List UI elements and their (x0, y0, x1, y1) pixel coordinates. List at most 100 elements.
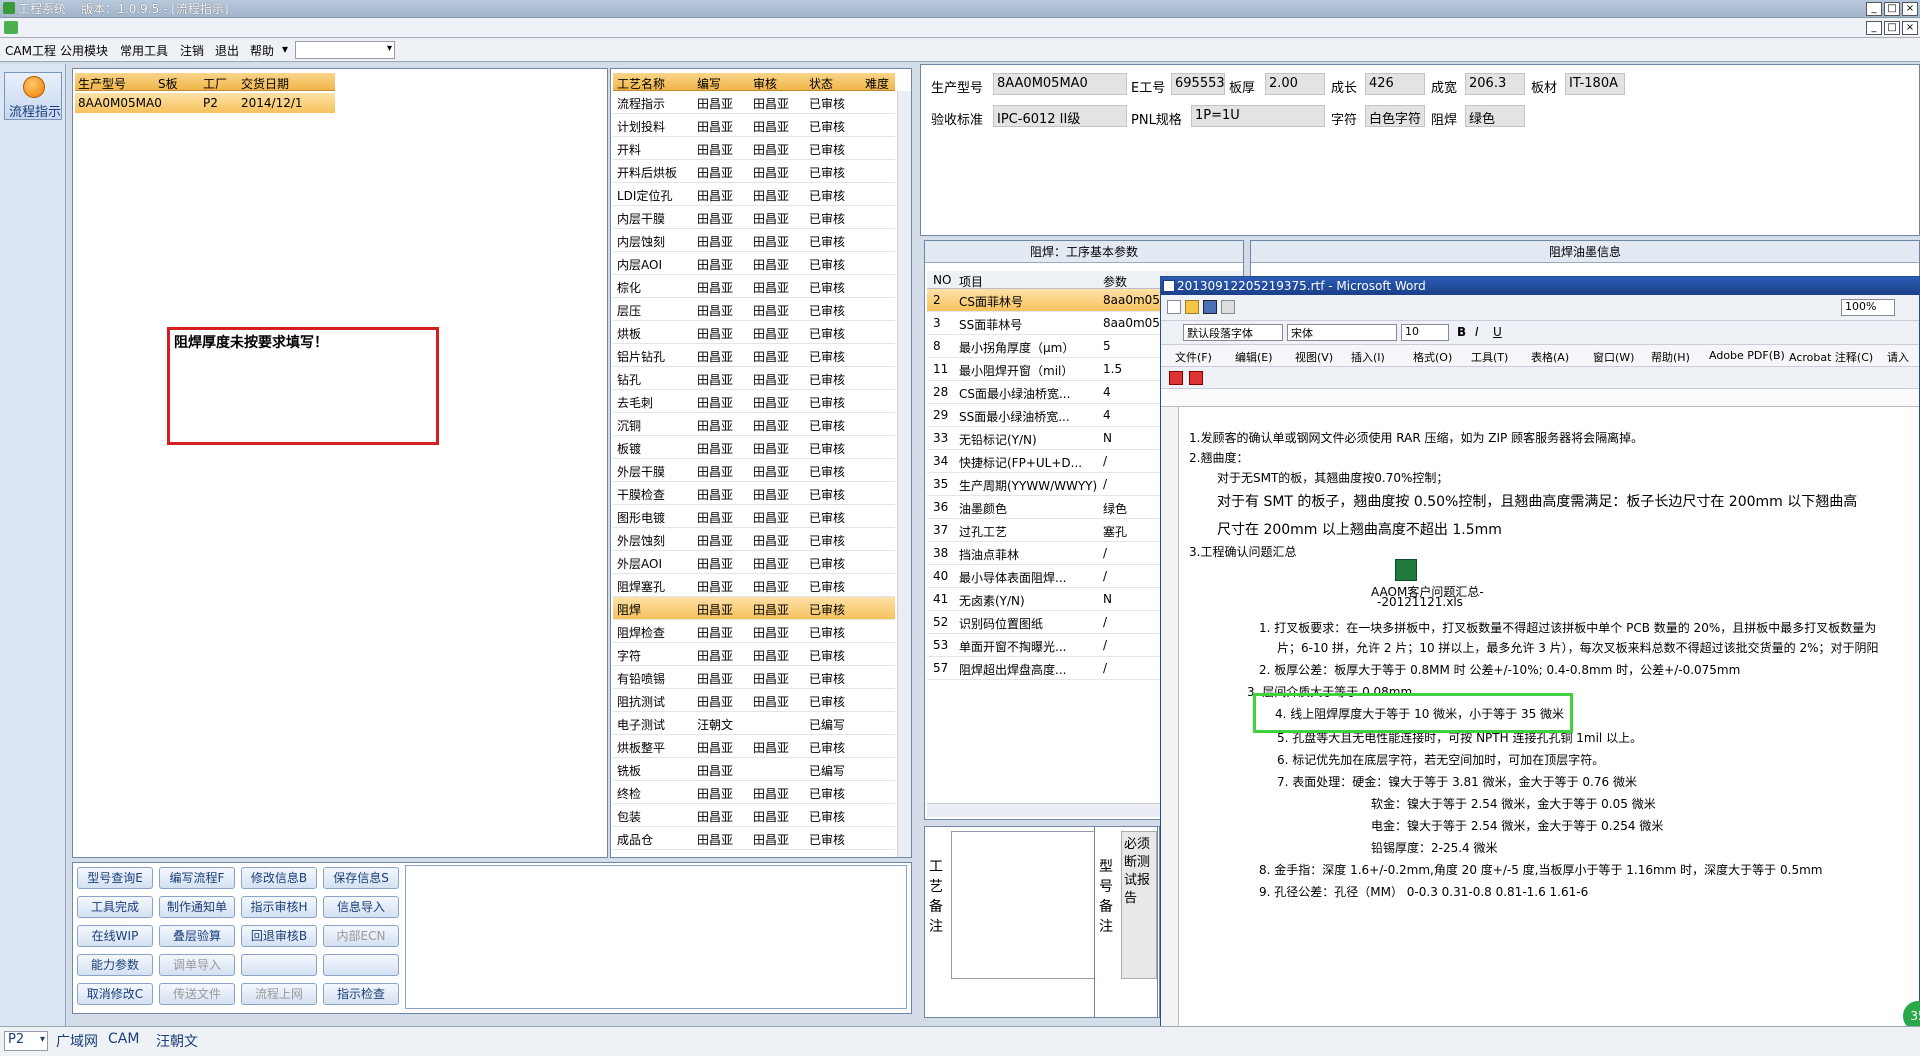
value-character[interactable]: 白色字符 (1365, 105, 1425, 127)
word-menu-item[interactable]: 工具(T) (1471, 349, 1508, 365)
menu-tools[interactable]: 常用工具 (120, 42, 168, 59)
new-doc-icon[interactable] (1167, 300, 1181, 314)
process-row[interactable]: 沉铜 田昌亚 田昌亚 已审核 (613, 413, 895, 436)
value-acceptance[interactable]: IPC-6012 II级 (993, 105, 1127, 127)
font-select[interactable]: 宋体 (1287, 324, 1397, 341)
process-row[interactable]: 图形电镀 田昌亚 田昌亚 已审核 (613, 505, 895, 528)
process-row[interactable]: 层压 田昌亚 田昌亚 已审核 (613, 298, 895, 321)
word-menu-item[interactable]: 插入(I) (1351, 349, 1385, 365)
size-select[interactable]: 10 (1401, 324, 1449, 341)
value-model[interactable]: 8AA0M05MA0 (993, 73, 1127, 95)
process-row[interactable]: 烘板 田昌亚 田昌亚 已审核 (613, 321, 895, 344)
process-row[interactable]: 外层蚀刻 田昌亚 田昌亚 已审核 (613, 528, 895, 551)
word-menu-item[interactable]: 文件(F) (1175, 349, 1212, 365)
process-row[interactable]: 包装 田昌亚 田昌亚 已审核 (613, 804, 895, 827)
word-menu-item[interactable]: Adobe PDF(B) (1709, 349, 1785, 362)
bold-icon[interactable]: B (1457, 325, 1466, 339)
style-select[interactable]: 默认段落字体 (1183, 324, 1283, 341)
process-row[interactable]: 内层AOI 田昌亚 田昌亚 已审核 (613, 252, 895, 275)
action-button[interactable]: 取消修改C (77, 983, 153, 1005)
action-button[interactable]: 信息导入 (323, 896, 399, 918)
process-row[interactable]: 内层干膜 田昌亚 田昌亚 已审核 (613, 206, 895, 229)
process-row[interactable]: 钻孔 田昌亚 田昌亚 已审核 (613, 367, 895, 390)
child-restore-button[interactable]: □ (1884, 21, 1900, 35)
excel-file-icon[interactable] (1395, 559, 1417, 581)
action-button[interactable]: 流程上网 (241, 983, 317, 1005)
word-menu-item[interactable]: Acrobat 注释(C) (1789, 349, 1873, 365)
process-row[interactable]: 阻焊塞孔 田昌亚 田昌亚 已审核 (613, 574, 895, 597)
value-material[interactable]: IT-180A (1565, 73, 1625, 95)
process-row[interactable]: 阻焊 田昌亚 田昌亚 已审核 (613, 597, 895, 620)
print-icon[interactable] (1221, 300, 1235, 314)
process-row[interactable]: 开料 田昌亚 田昌亚 已审核 (613, 137, 895, 160)
maximize-button[interactable]: □ (1884, 2, 1900, 16)
process-row[interactable]: 终检 田昌亚 田昌亚 已审核 (613, 781, 895, 804)
word-menu-item[interactable]: 编辑(E) (1235, 349, 1273, 365)
italic-icon[interactable]: I (1475, 325, 1479, 339)
process-row[interactable]: 干膜检查 田昌亚 田昌亚 已审核 (613, 482, 895, 505)
action-button[interactable]: 保存信息S (323, 867, 399, 889)
action-button[interactable]: 修改信息B (241, 867, 317, 889)
word-menu-item[interactable]: 视图(V) (1295, 349, 1333, 365)
menu-common-module[interactable]: 公用模块 (60, 42, 108, 59)
zoom-select[interactable]: 100% (1841, 299, 1895, 316)
minimize-button[interactable]: _ (1866, 2, 1882, 16)
action-button[interactable]: 型号查询E (77, 867, 153, 889)
process-row[interactable]: 烘板整平 田昌亚 田昌亚 已审核 (613, 735, 895, 758)
word-menu-item[interactable]: 格式(O) (1413, 349, 1452, 365)
action-button[interactable]: 内部ECN (323, 925, 399, 947)
process-row[interactable]: 板镀 田昌亚 田昌亚 已审核 (613, 436, 895, 459)
action-button[interactable]: 调单导入 (159, 954, 235, 976)
value-e-number[interactable]: 695553 (1171, 73, 1225, 95)
process-row[interactable]: 成品仓 田昌亚 田昌亚 已审核 (613, 827, 895, 850)
child-minimize-button[interactable]: _ (1866, 21, 1882, 35)
action-button[interactable]: 叠层验算 (159, 925, 235, 947)
menu-combo[interactable]: ▾ (295, 41, 395, 59)
value-solder-mask[interactable]: 绿色 (1465, 105, 1525, 127)
menu-logout[interactable]: 注销 (180, 42, 204, 59)
action-button[interactable]: 指示检查 (323, 983, 399, 1005)
process-row[interactable]: LDI定位孔 田昌亚 田昌亚 已审核 (613, 183, 895, 206)
process-row[interactable]: 内层蚀刻 田昌亚 田昌亚 已审核 (613, 229, 895, 252)
pdf-comment-icon[interactable] (1189, 371, 1203, 385)
word-menu-item[interactable]: 帮助(H) (1651, 349, 1690, 365)
action-button[interactable]: 工具完成 (77, 896, 153, 918)
message-area[interactable] (405, 865, 907, 1009)
process-row[interactable]: 流程指示 田昌亚 田昌亚 已审核 (613, 91, 895, 114)
process-scrollbar[interactable] (897, 91, 911, 857)
model-remark-text[interactable]: 必须断测试报告 (1121, 831, 1157, 979)
action-button[interactable] (241, 954, 317, 976)
process-row[interactable]: 棕化 田昌亚 田昌亚 已审核 (613, 275, 895, 298)
open-icon[interactable] (1185, 300, 1199, 314)
process-row[interactable]: 字符 田昌亚 田昌亚 已审核 (613, 643, 895, 666)
action-button[interactable]: 传送文件 (159, 983, 235, 1005)
close-button[interactable]: × (1902, 2, 1918, 16)
process-row[interactable]: 开料后烘板 田昌亚 田昌亚 已审核 (613, 160, 895, 183)
menu-cam[interactable]: CAM工程 (5, 42, 56, 59)
word-menu-item[interactable]: 表格(A) (1531, 349, 1569, 365)
process-row[interactable]: 阻焊检查 田昌亚 田昌亚 已审核 (613, 620, 895, 643)
value-pnl[interactable]: 1P=1U (1191, 105, 1325, 127)
nav-flow-instruction[interactable]: 流程指示 (4, 72, 62, 120)
action-button[interactable]: 制作通知单 (159, 896, 235, 918)
action-button[interactable]: 编写流程F (159, 867, 235, 889)
process-row[interactable]: 去毛刺 田昌亚 田昌亚 已审核 (613, 390, 895, 413)
process-row[interactable]: 铝片钻孔 田昌亚 田昌亚 已审核 (613, 344, 895, 367)
action-button[interactable] (323, 954, 399, 976)
factory-select[interactable]: P2 ▾ (4, 1031, 48, 1051)
save-icon[interactable] (1203, 300, 1217, 314)
action-button[interactable]: 回退审核B (241, 925, 317, 947)
process-row[interactable]: 外层AOI 田昌亚 田昌亚 已审核 (613, 551, 895, 574)
process-row[interactable]: 电子测试 汪朝文 已编写 (613, 712, 895, 735)
word-menu-item[interactable]: 窗口(W) (1593, 349, 1634, 365)
value-length[interactable]: 426 (1365, 73, 1425, 95)
pdf-icon[interactable] (1169, 371, 1183, 385)
process-row[interactable]: 有铅喷锡 田昌亚 田昌亚 已审核 (613, 666, 895, 689)
action-button[interactable]: 能力参数 (77, 954, 153, 976)
action-button[interactable]: 在线WIP (77, 925, 153, 947)
order-row[interactable]: 8AA0M05MA0 P2 2014/12/1 (75, 93, 335, 113)
run-icon[interactable] (4, 21, 18, 34)
process-row[interactable]: 外层干膜 田昌亚 田昌亚 已审核 (613, 459, 895, 482)
action-button[interactable]: 指示审核H (241, 896, 317, 918)
menu-help[interactable]: 帮助 (250, 42, 274, 59)
